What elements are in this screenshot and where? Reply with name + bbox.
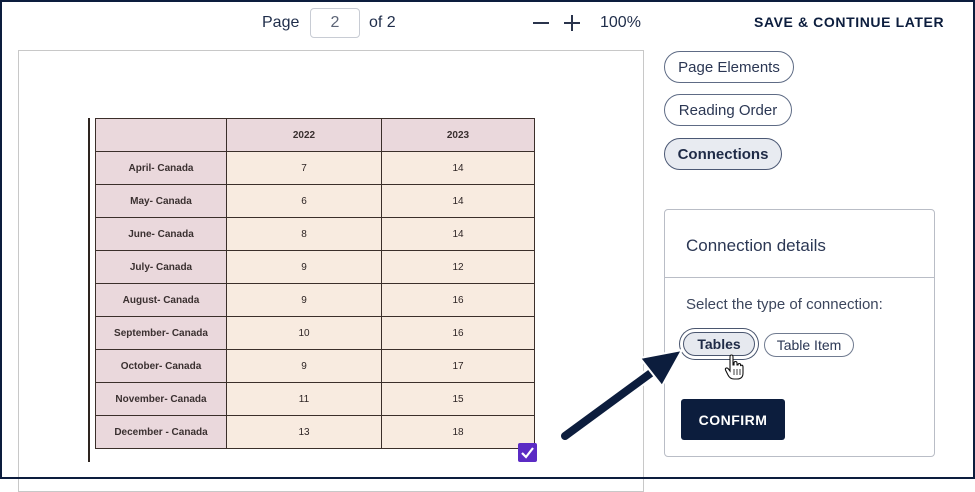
table-cell: 9 [226, 283, 382, 317]
document-table: 2022 2023 April- Canada 7 14 May- Canada 6 14… [95, 118, 535, 449]
table-row: June- Canada 8 14 [95, 217, 535, 251]
page-number-input[interactable] [310, 8, 360, 38]
connections-button[interactable]: Connections [664, 138, 782, 170]
table-row: August- Canada 9 16 [95, 283, 535, 317]
table-cell: 14 [381, 151, 535, 185]
page-count-label: of 2 [369, 14, 396, 31]
save-continue-later-button[interactable]: SAVE & CONTINUE LATER [754, 14, 944, 30]
table-row: April- Canada 7 14 [95, 151, 535, 185]
checkbox-checked-icon[interactable] [518, 443, 537, 462]
table-row: September- Canada 10 16 [95, 316, 535, 350]
table-cell: 12 [381, 250, 535, 284]
zoom-level: 100% [600, 14, 641, 31]
table-cell: 16 [381, 283, 535, 317]
table-cell: 14 [381, 184, 535, 218]
table-row-label: October- Canada [95, 349, 227, 383]
hand-cursor-icon [724, 354, 744, 380]
table-row-label: November- Canada [95, 382, 227, 416]
table-cell: 14 [381, 217, 535, 251]
reading-order-button[interactable]: Reading Order [664, 94, 792, 126]
table-cell: 8 [226, 217, 382, 251]
table-row-label: May- Canada [95, 184, 227, 218]
table-row-label: August- Canada [95, 283, 227, 317]
table-border-line [88, 118, 90, 462]
table-row-label: June- Canada [95, 217, 227, 251]
zoom-out-icon[interactable] [532, 12, 550, 32]
table-cell: 9 [226, 349, 382, 383]
table-row: November- Canada 11 15 [95, 382, 535, 416]
table-header-cell: 2023 [381, 118, 535, 152]
table-row: July- Canada 9 12 [95, 250, 535, 284]
table-cell: 9 [226, 250, 382, 284]
toolbar: Page of 2 100% SAVE & CONTINUE LATER [0, 0, 975, 46]
table-cell: 6 [226, 184, 382, 218]
table-cell: 15 [381, 382, 535, 416]
table-cell: 16 [381, 316, 535, 350]
table-row-label: July- Canada [95, 250, 227, 284]
connection-details-panel: Connection details Select the type of co… [664, 209, 935, 457]
table-row-label: April- Canada [95, 151, 227, 185]
table-row: December - Canada 13 18 [95, 415, 535, 449]
zoom-in-icon[interactable] [563, 12, 581, 32]
table-cell: 11 [226, 382, 382, 416]
table-cell: 17 [381, 349, 535, 383]
confirm-button[interactable]: CONFIRM [681, 399, 785, 440]
page-elements-button[interactable]: Page Elements [664, 51, 794, 83]
table-row: October- Canada 9 17 [95, 349, 535, 383]
table-row-label: December - Canada [95, 415, 227, 449]
table-cell: 10 [226, 316, 382, 350]
table-cell: 7 [226, 151, 382, 185]
table-header-row: 2022 2023 [95, 118, 535, 152]
table-header-cell [95, 118, 227, 152]
page-label: Page [262, 14, 300, 31]
table-item-option[interactable]: Table Item [764, 333, 854, 357]
tables-option[interactable]: Tables [683, 332, 755, 356]
connection-details-title: Connection details [686, 236, 826, 255]
table-row-label: September- Canada [95, 316, 227, 350]
divider [665, 277, 934, 278]
table-row: May- Canada 6 14 [95, 184, 535, 218]
table-cell: 13 [226, 415, 382, 449]
table-header-cell: 2022 [226, 118, 382, 152]
table-cell: 18 [381, 415, 535, 449]
connection-type-prompt: Select the type of connection: [686, 296, 883, 313]
